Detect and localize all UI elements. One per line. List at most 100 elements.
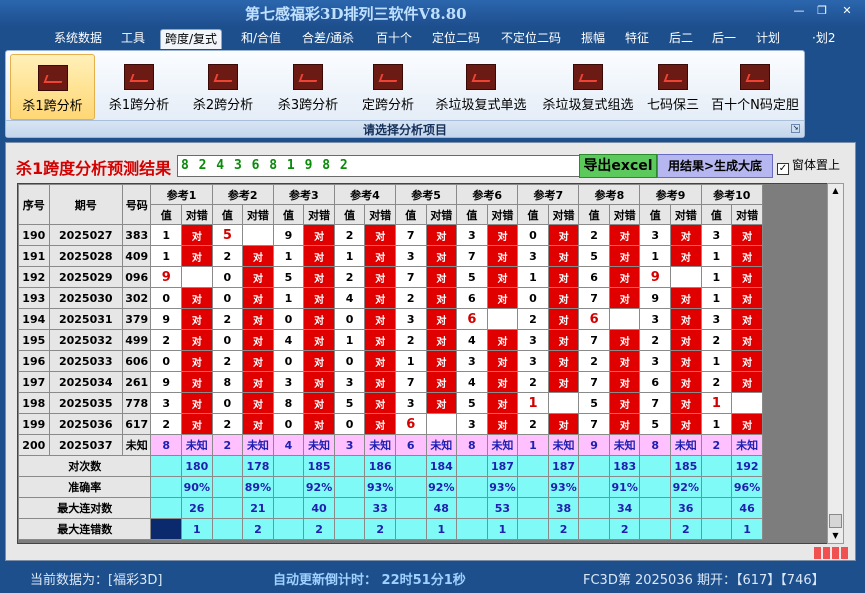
table-row[interactable]: 196 2025033 606 0 对 2 对 0 对 0 对 1 对 3 对 3 对 2 对 3 对 1 对 xyxy=(18,350,763,372)
stats-value: 2 xyxy=(547,518,580,540)
menu-tools[interactable]: 工具 xyxy=(117,29,149,49)
cell-hit: 对 xyxy=(425,308,458,330)
cell-value: 1 xyxy=(700,287,733,309)
cell-value: 7 xyxy=(639,392,672,414)
vertical-scrollbar[interactable]: ▲ ▼ xyxy=(827,183,844,544)
subheader-value: 值 xyxy=(517,204,549,225)
ribbon-button-kill1-span-a[interactable]: 杀1跨分析 xyxy=(10,54,95,120)
ribbon-button-kill1-span-b[interactable]: 杀1跨分析 xyxy=(100,54,178,120)
chart-icon xyxy=(373,64,403,90)
cell-hit: 对 xyxy=(364,308,396,330)
stats-blank xyxy=(639,497,672,519)
stats-value: 46 xyxy=(731,497,763,519)
header-ref: 参考5 xyxy=(394,184,458,205)
cell-seq: 190 xyxy=(18,224,50,246)
table-row[interactable]: 198 2025035 778 3 对 0 对 8 对 5 对 3 对 5 对 1 5 对 7 对 1 xyxy=(18,392,763,414)
cell-value: 2 xyxy=(333,224,366,246)
chart-icon xyxy=(124,64,154,90)
menu-nonpositional-two[interactable]: 不定位二码 xyxy=(497,29,565,49)
scrollbar-thumb[interactable] xyxy=(829,514,842,528)
cell-value: 5 xyxy=(272,266,305,288)
cell-value: 8 xyxy=(211,371,244,393)
menu-last-one[interactable]: 后一 xyxy=(708,29,740,49)
generate-base-button[interactable]: 用结果>生成大底 xyxy=(657,154,773,178)
stats-value: 93% xyxy=(486,476,519,498)
dialog-launcher-icon[interactable]: ↘ xyxy=(791,124,800,133)
ribbon-button-kill-junk-group[interactable]: 杀垃圾复式组选 xyxy=(537,54,639,120)
export-excel-button[interactable]: 导出excel xyxy=(579,154,657,178)
cell-hit: 对 xyxy=(303,329,335,351)
table-row[interactable]: 191 2025028 409 1 对 2 对 1 对 1 对 3 对 7 对 3 对 5 对 1 对 1 对 xyxy=(18,245,763,267)
stats-blank xyxy=(578,455,610,477)
cell-hit: 对 xyxy=(670,224,702,246)
scroll-down-icon[interactable]: ▼ xyxy=(828,529,843,543)
cell-hit: 对 xyxy=(364,245,396,267)
status-bar: 当前数据为：[福彩3D] 自动更新倒计时： 22时51分1秒 FC3D第 202… xyxy=(0,563,865,593)
scroll-up-icon[interactable]: ▲ xyxy=(828,184,843,198)
ribbon-button-fixed-span[interactable]: 定跨分析 xyxy=(353,54,423,120)
table-row[interactable]: 197 2025034 261 9 对 8 对 3 对 3 对 7 对 4 对 2 对 7 对 6 对 2 对 xyxy=(18,371,763,393)
table-row[interactable]: 193 2025030 302 0 对 0 对 1 对 4 对 2 对 6 对 0 对 7 对 9 对 1 对 xyxy=(18,287,763,309)
cell-value: 4 xyxy=(456,371,488,393)
cell-value: 1 xyxy=(517,392,549,414)
menu-extra[interactable]: ·划2 xyxy=(808,29,839,49)
cell-hit: 对 xyxy=(425,350,458,372)
menu-positional-two[interactable]: 定位二码 xyxy=(428,29,484,49)
menu-features[interactable]: 特征 xyxy=(621,29,653,49)
stats-row: 最大连错数 1 2 2 2 1 1 2 2 2 1 xyxy=(18,518,763,540)
cell-hit: 对 xyxy=(670,329,702,351)
stats-blank xyxy=(394,455,427,477)
analysis-grid: 序号 期号 号码 参考1 参考2 参考3 参考4 参考5 参考6 参考7 参考8 参考9 参考10 值对错… xyxy=(17,183,840,544)
cell-value: 6 xyxy=(456,308,488,330)
header-code: 号码 xyxy=(121,184,152,225)
menu-system-data[interactable]: 系统数据 xyxy=(50,29,106,49)
header-ref: 参考3 xyxy=(272,184,335,205)
ribbon-button-kill-junk-single[interactable]: 杀垃圾复式单选 xyxy=(430,54,532,120)
menu-hundred-ten-one[interactable]: 百十个 xyxy=(372,29,416,49)
close-icon[interactable]: ✕ xyxy=(840,5,854,17)
ribbon-button-kill3-span[interactable]: 杀3跨分析 xyxy=(269,54,347,120)
ribbon-group-text: 请选择分析项目 xyxy=(362,123,447,137)
topmost-checkbox[interactable]: ✓ 窗体置上 xyxy=(777,156,840,175)
cell-hit: 对 xyxy=(425,287,458,309)
menu-last-two[interactable]: 后二 xyxy=(665,29,697,49)
header-ref: 参考10 xyxy=(700,184,764,205)
cell-value: 3 xyxy=(700,224,733,246)
cell-hit: 对 xyxy=(608,266,641,288)
cell-period: 2025037 xyxy=(48,434,123,456)
table-row[interactable]: 192 2025029 096 9 0 对 5 对 2 对 7 对 5 对 1 对 6 对 9 1 对 xyxy=(18,266,763,288)
menu-amplitude[interactable]: 振幅 xyxy=(577,29,609,49)
maximize-icon[interactable]: ❐ xyxy=(815,5,829,17)
menu-sum-diff[interactable]: 合差/通杀 xyxy=(298,29,358,49)
table-row[interactable]: 190 2025027 383 1 对 5 9 对 2 对 7 对 3 对 0 对 2 对 3 对 3 对 xyxy=(18,224,763,246)
ribbon-button-seven-code[interactable]: 七码保三 xyxy=(643,54,703,120)
subheader-result: 对错 xyxy=(242,204,274,225)
menu-span-compound[interactable]: 跨度/复式 xyxy=(160,29,223,49)
menu-sum-value[interactable]: 和/合值 xyxy=(237,29,285,49)
cell-hit: 对 xyxy=(242,329,274,351)
result-field[interactable]: 8 2 4 3 6 8 1 9 8 2 xyxy=(177,155,582,177)
cell-value: 9 xyxy=(150,308,183,330)
cell-value: 6 xyxy=(456,287,488,309)
ribbon-button-kill2-span[interactable]: 杀2跨分析 xyxy=(184,54,262,120)
cell-code: 未知 xyxy=(121,434,152,456)
cell-value: 1 xyxy=(700,350,733,372)
minimize-icon[interactable]: — xyxy=(792,5,806,17)
table-row-next[interactable]: 200 2025037 未知 8 未知 2 未知 4 未知 3 未知 6 未知 8 未知 1 未知 9 未知 8 未知 2… xyxy=(18,434,763,456)
menu-plan[interactable]: 计划 xyxy=(752,29,784,49)
cell-value: 3 xyxy=(517,245,549,267)
cell-period: 2025030 xyxy=(48,287,123,309)
table-row[interactable]: 199 2025036 617 2 对 2 对 0 对 0 对 6 3 对 2 对 7 对 5 对 1 对 xyxy=(18,413,763,435)
stats-blank xyxy=(272,455,305,477)
table-row[interactable]: 194 2025031 379 9 对 2 对 0 对 0 对 3 对 6 2 对 6 3 对 3 对 xyxy=(18,308,763,330)
subheader-result: 对错 xyxy=(303,204,335,225)
resize-grip[interactable] xyxy=(814,547,852,559)
stats-blank xyxy=(700,476,733,498)
cell-value: 3 xyxy=(456,350,488,372)
analysis-panel: 杀1跨度分析预测结果 8 2 4 3 6 8 1 9 8 2 导出excel 用… xyxy=(5,142,856,561)
cell-value: 2 xyxy=(517,413,549,435)
checkbox-check-icon[interactable]: ✓ xyxy=(777,163,789,175)
ribbon-button-n-code-bank[interactable]: 百十个N码定胆 xyxy=(708,54,802,120)
cell-value: 9 xyxy=(639,266,672,288)
table-row[interactable]: 195 2025032 499 2 对 0 对 4 对 1 对 2 对 4 对 3 对 7 对 2 对 2 对 xyxy=(18,329,763,351)
